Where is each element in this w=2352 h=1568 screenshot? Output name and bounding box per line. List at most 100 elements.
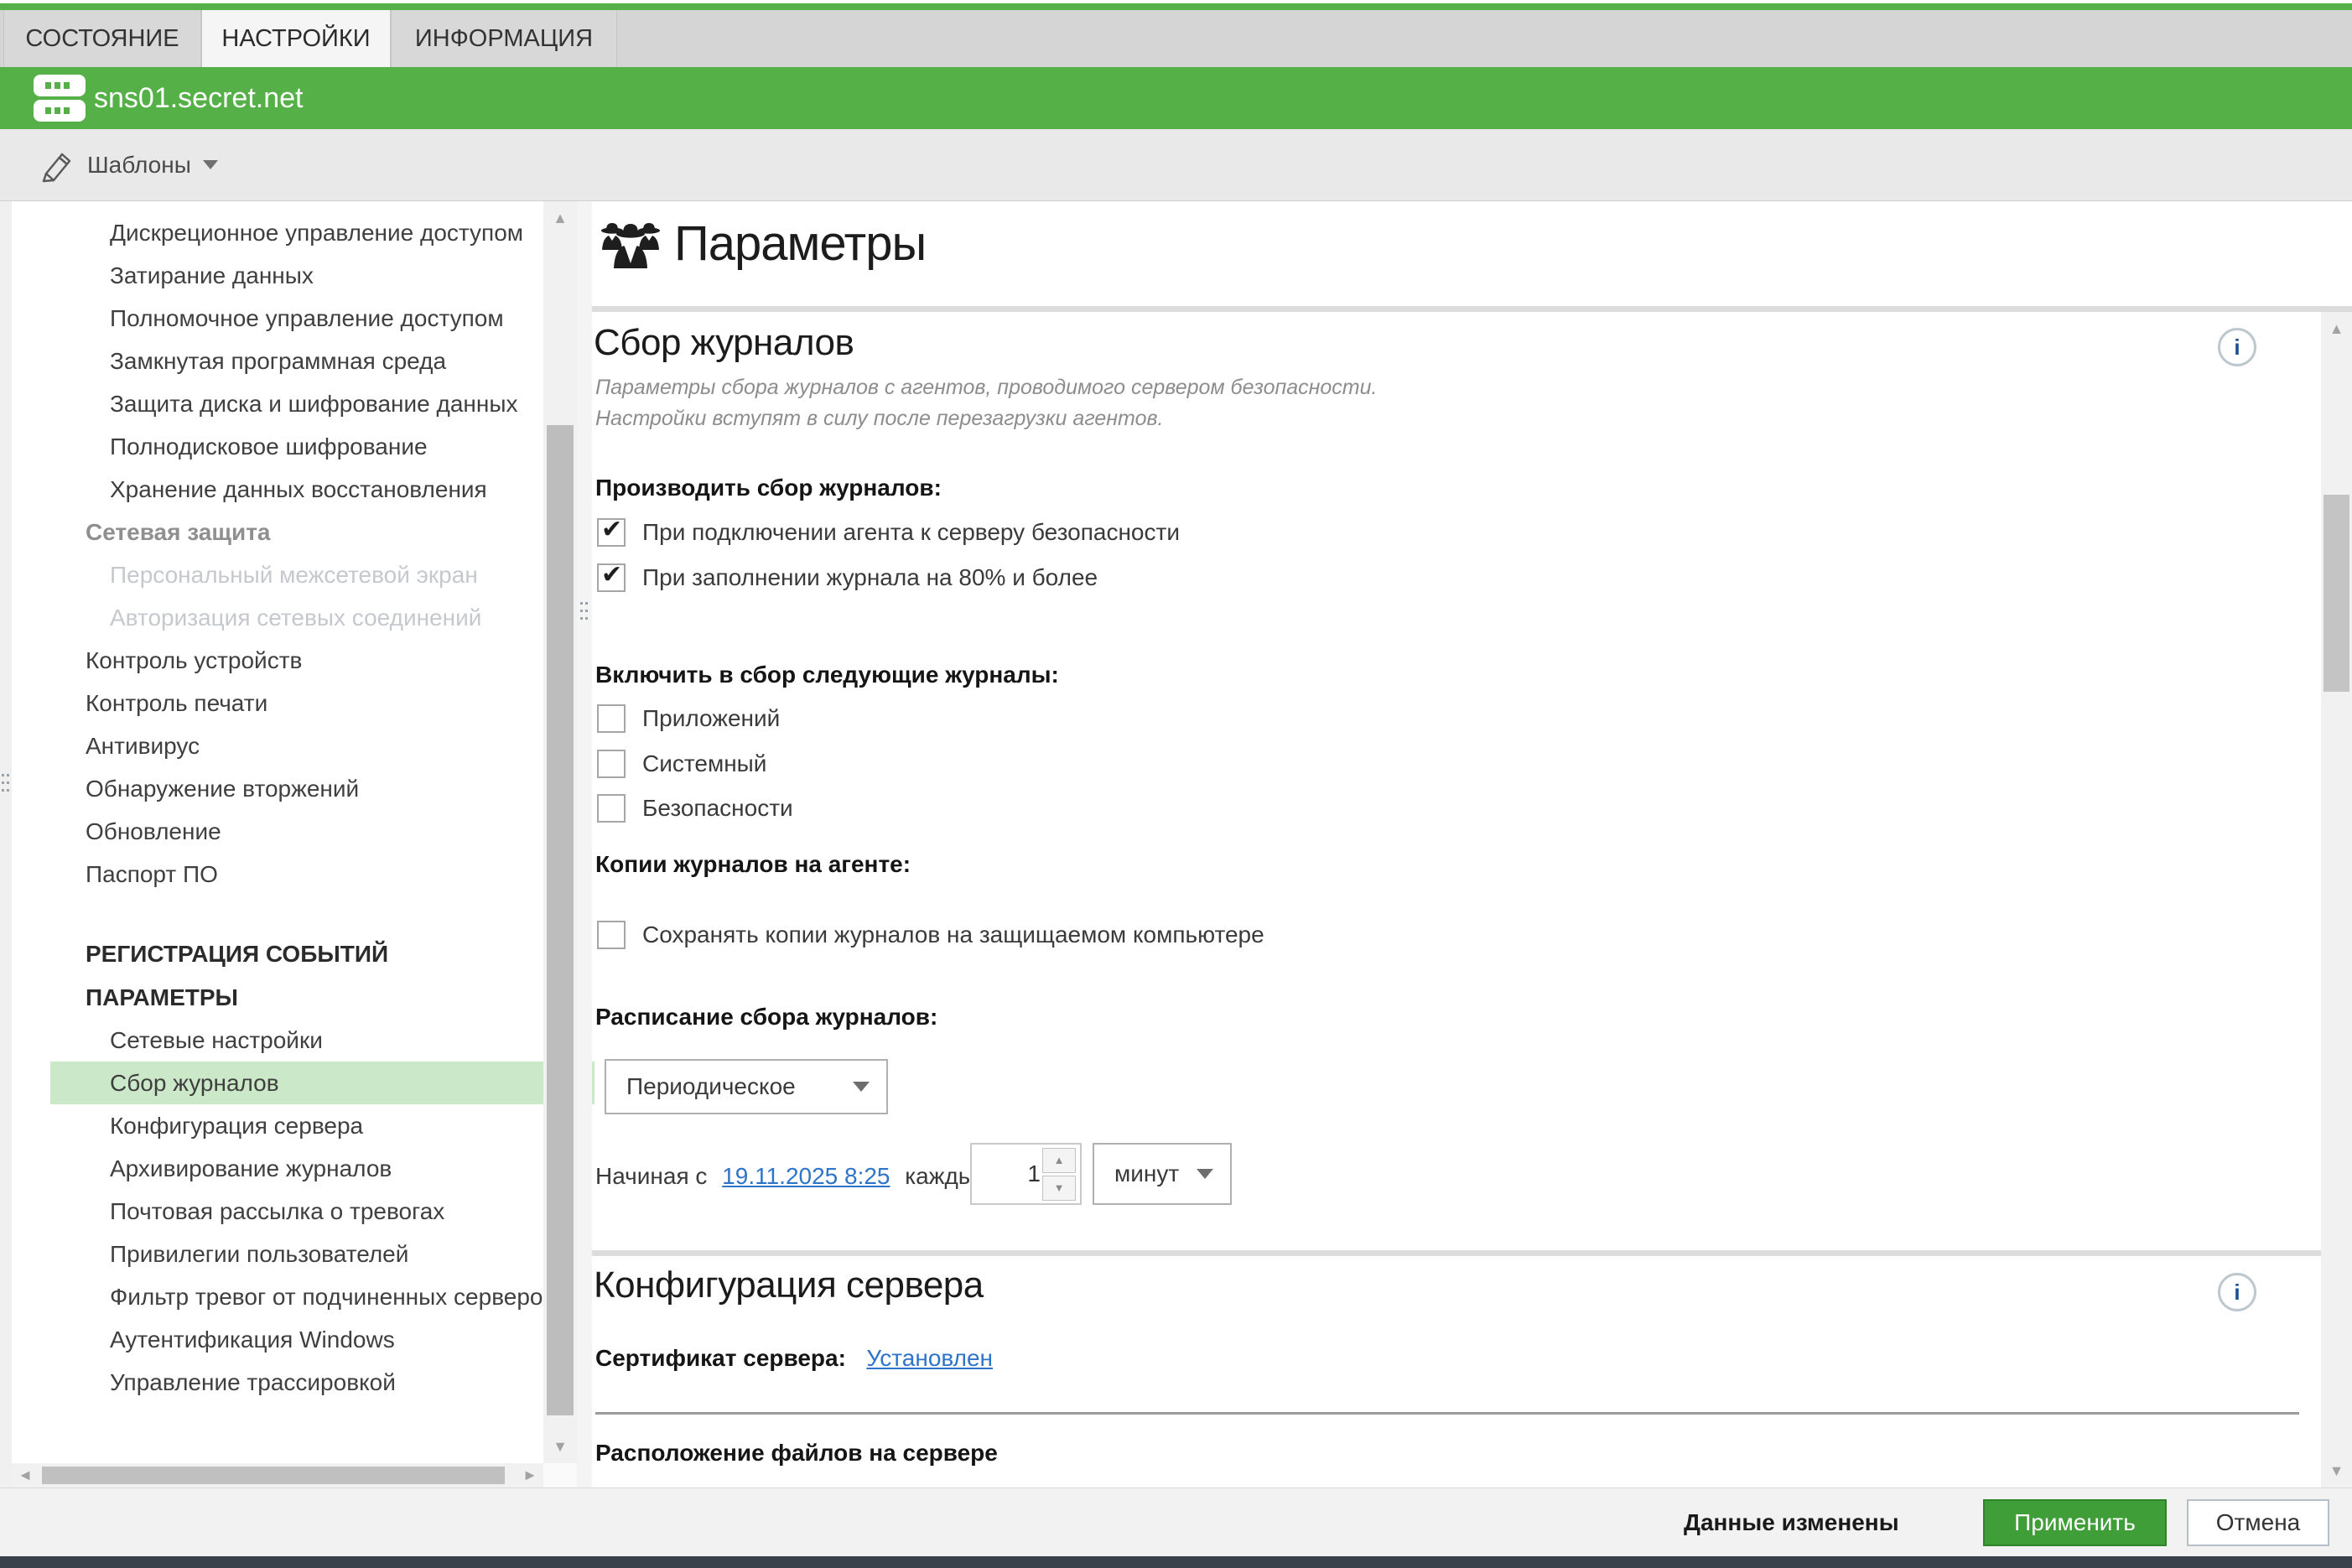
tree-item[interactable]: Аутентификация Windows [50, 1318, 594, 1361]
pencil-icon [39, 147, 75, 184]
tree-item[interactable]: Антивирус [50, 724, 570, 767]
tree-section-parameters[interactable]: − ПАРАМЕТРЫ [50, 976, 570, 1019]
checkbox-on-log-80-percent[interactable]: ✔ [597, 563, 626, 592]
info-icon[interactable]: i [2218, 328, 2256, 366]
section-divider [592, 1250, 2352, 1256]
chevron-down-icon [853, 1082, 870, 1092]
chevron-down-icon[interactable] [203, 160, 218, 169]
checkbox-applications-log[interactable]: ✔ [597, 704, 626, 733]
tree-item[interactable]: Почтовая рассылка о тревогах [50, 1190, 594, 1233]
tree-item[interactable]: Паспорт ПО [50, 853, 570, 896]
scroll-right-icon[interactable]: ► [517, 1463, 543, 1488]
chevron-down-icon [1197, 1169, 1213, 1179]
tree-item[interactable]: Конфигурация сервера [50, 1104, 594, 1147]
tree-item-disabled: Авторизация сетевых соединений [50, 596, 594, 639]
scroll-up-icon[interactable]: ▲ [2321, 312, 2352, 345]
tree-item[interactable]: Архивирование журналов [50, 1147, 594, 1190]
page-title: Параметры [674, 214, 926, 274]
tree-item-disabled: Персональный межсетевой экран [50, 553, 594, 596]
tree-item[interactable]: Фильтр тревог от подчиненных серверов [50, 1275, 594, 1318]
schedule-prefix: Начиная с [595, 1163, 707, 1189]
checkmark-icon: ✔ [601, 560, 622, 589]
files-location-label: Расположение файлов на сервере [595, 1439, 998, 1467]
interval-stepper[interactable]: 1 ▲ ▼ [970, 1143, 1082, 1205]
tree-group-network-protection: Сетевая защита [50, 511, 570, 553]
tree-item[interactable]: Полнодисковое шифрование [50, 425, 594, 468]
tree-item[interactable]: Управление трассировкой [50, 1361, 594, 1404]
stepper-down-icon[interactable]: ▼ [1042, 1176, 1076, 1201]
tree-item[interactable]: Дискреционное управление доступом [50, 211, 594, 254]
sidebar-vertical-scrollbar[interactable]: ▲ ▼ [543, 201, 577, 1463]
tree-item[interactable]: Замкнутая программная среда [50, 340, 594, 382]
scrollbar-thumb[interactable] [2323, 495, 2349, 692]
collect-logs-label: Производить сбор журналов: [595, 474, 942, 502]
bottom-dark-strip [0, 1556, 2352, 1568]
schedule-row: Начиная с 19.11.2025 8:25 каждые [595, 1161, 989, 1192]
tree-item[interactable]: Контроль устройств [50, 639, 570, 682]
certificate-row: Сертификат сервера: Установлен [595, 1343, 993, 1373]
schedule-label: Расписание сбора журналов: [595, 1003, 937, 1031]
scroll-down-icon[interactable]: ▼ [2321, 1454, 2352, 1488]
include-logs-label: Включить в сбор следующие журналы: [595, 661, 1059, 689]
accent-top-line [0, 3, 2352, 10]
sidebar-splitter[interactable] [577, 201, 592, 1488]
certificate-installed-link[interactable]: Установлен [866, 1345, 993, 1371]
agent-copies-label: Копии журналов на агенте: [595, 850, 911, 879]
scrollbar-thumb[interactable] [547, 425, 574, 1415]
checkbox-on-agent-connect[interactable]: ✔ [597, 518, 626, 547]
info-icon[interactable]: i [2218, 1273, 2256, 1311]
toolbar: Шаблоны [0, 129, 2352, 201]
rule-divider [595, 1412, 2299, 1415]
server-config-heading: Конфигурация сервера [594, 1263, 984, 1308]
checkbox-security-log[interactable]: ✔ [597, 794, 626, 823]
schedule-type-value: Периодическое [626, 1061, 796, 1113]
agents-parameters-icon [597, 216, 664, 272]
tree-item[interactable]: Контроль печати [50, 682, 570, 724]
tab-state[interactable]: СОСТОЯНИЕ [3, 10, 201, 67]
tree-item[interactable]: Хранение данных восстановления [50, 468, 594, 511]
scrollbar-thumb[interactable] [42, 1467, 505, 1484]
splitter-grip[interactable] [580, 602, 589, 624]
section-divider [592, 306, 2352, 312]
tree-item[interactable]: Привилегии пользователей [50, 1233, 594, 1275]
stepper-up-icon[interactable]: ▲ [1042, 1148, 1076, 1173]
footer-bar: Данные изменены Применить Отмена [0, 1488, 2352, 1556]
tree-section-event-registration[interactable]: + РЕГИСТРАЦИЯ СОБЫТИЙ [50, 932, 570, 975]
main-vertical-scrollbar[interactable]: ▲ ▼ [2321, 312, 2352, 1488]
tree-item-selected[interactable]: Сбор журналов [50, 1062, 594, 1104]
server-header: sns01.secret.net [0, 67, 2352, 129]
tree-item[interactable]: Обновление [50, 810, 570, 853]
log-collection-heading: Сбор журналов [594, 320, 854, 366]
apply-button[interactable]: Применить [1983, 1499, 2167, 1546]
tree-item[interactable]: Сетевые настройки [50, 1019, 594, 1062]
left-edge-panel [0, 201, 12, 1488]
schedule-start-link[interactable]: 19.11.2025 8:25 [722, 1163, 890, 1189]
tab-settings[interactable]: НАСТРОЙКИ [201, 10, 391, 67]
checkbox-keep-copies[interactable]: ✔ [597, 921, 626, 949]
tree-item[interactable]: Обнаружение вторжений [50, 767, 570, 810]
tab-information[interactable]: ИНФОРМАЦИЯ [391, 10, 617, 67]
content-top-border [0, 200, 2352, 201]
checkmark-icon: ✔ [601, 515, 622, 544]
templates-button[interactable]: Шаблоны [87, 152, 191, 179]
scroll-up-icon[interactable]: ▲ [543, 201, 577, 235]
server-hostname: sns01.secret.net [94, 67, 303, 129]
certificate-label: Сертификат сервера: [595, 1345, 846, 1371]
cancel-button[interactable]: Отмена [2187, 1499, 2329, 1546]
status-data-changed: Данные изменены [1684, 1488, 1899, 1557]
schedule-type-select[interactable]: Периодическое [605, 1059, 888, 1114]
interval-value[interactable]: 1 [972, 1145, 1041, 1203]
left-splitter-grip[interactable] [2, 774, 10, 796]
interval-unit-select[interactable]: минут [1093, 1143, 1232, 1205]
tab-bar: СОСТОЯНИЕ НАСТРОЙКИ ИНФОРМАЦИЯ [0, 10, 2352, 67]
checkbox-label: При заполнении журнала на 80% и более [642, 563, 1098, 592]
interval-unit-value: минут [1114, 1145, 1179, 1203]
sidebar-horizontal-scrollbar[interactable]: ◄ ► [12, 1463, 543, 1488]
scroll-down-icon[interactable]: ▼ [543, 1430, 577, 1463]
tree-item[interactable]: Полномочное управление доступом [50, 297, 594, 340]
scrollbar-corner [543, 1463, 577, 1488]
tree-item[interactable]: Защита диска и шифрование данных [50, 382, 594, 425]
tree-item[interactable]: Затирание данных [50, 254, 594, 297]
scroll-left-icon[interactable]: ◄ [12, 1463, 39, 1488]
checkbox-system-log[interactable]: ✔ [597, 750, 626, 778]
